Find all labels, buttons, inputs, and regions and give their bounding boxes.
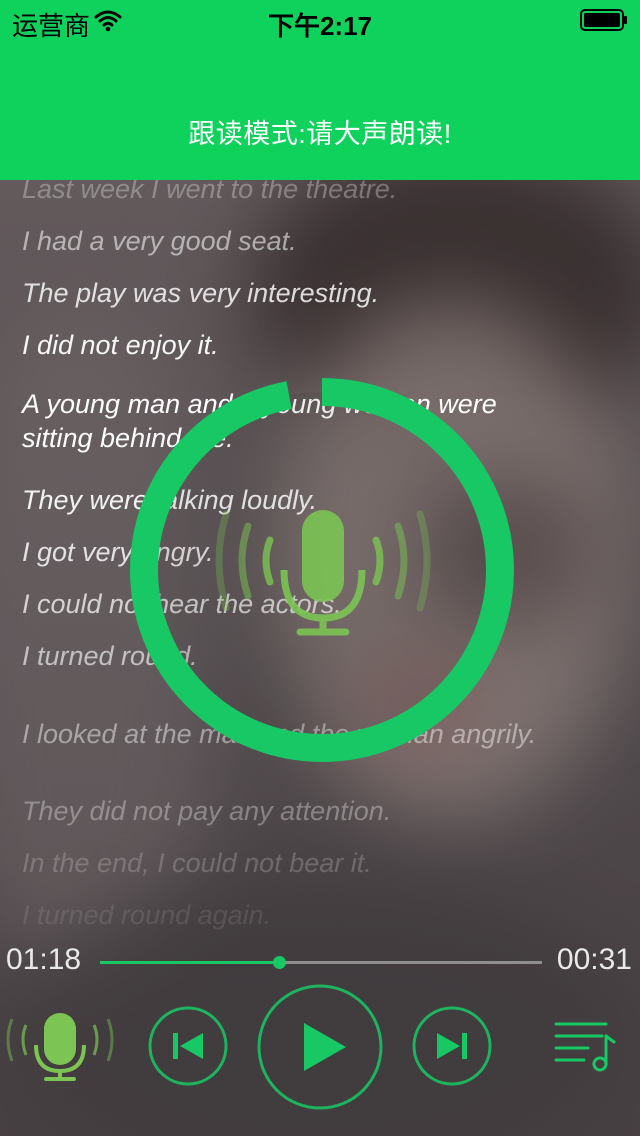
- elapsed-time: 01:18: [6, 943, 82, 976]
- skip-next-icon: [412, 1006, 492, 1086]
- header-bar: 运营商 下午2:17 跟读模式:请大声朗读!: [0, 0, 640, 180]
- transcript-line[interactable]: In the end, I could not bear it.: [22, 846, 622, 880]
- status-bar: 运营商 下午2:17: [0, 0, 640, 41]
- transcript-line[interactable]: They did not pay any attention.: [22, 794, 622, 828]
- progress-slider[interactable]: [100, 956, 542, 969]
- recording-indicator[interactable]: [122, 370, 522, 770]
- playlist-music-icon: [554, 1022, 616, 1072]
- transcript-line[interactable]: I did not enjoy it.: [22, 328, 622, 362]
- total-time: 00:31: [556, 943, 632, 976]
- microphone-icon: [6, 1013, 114, 1081]
- playlist-button[interactable]: [552, 1018, 616, 1074]
- transcript-line[interactable]: I had a very good seat.: [22, 224, 622, 258]
- play-button[interactable]: [256, 983, 384, 1111]
- transcript-line[interactable]: The play was very interesting.: [22, 276, 622, 310]
- status-time: 下午2:17: [267, 11, 373, 41]
- transcript-line[interactable]: I turned round again.: [22, 898, 622, 932]
- previous-button[interactable]: [147, 1005, 229, 1087]
- record-button[interactable]: [4, 1005, 124, 1085]
- next-button[interactable]: [411, 1005, 493, 1087]
- skip-previous-icon: [148, 1006, 228, 1086]
- play-icon: [257, 984, 383, 1110]
- progress-fill: [100, 961, 279, 964]
- progress-thumb[interactable]: [273, 956, 286, 969]
- page-title: 跟读模式:请大声朗读!: [188, 119, 452, 149]
- battery-icon: [580, 9, 627, 31]
